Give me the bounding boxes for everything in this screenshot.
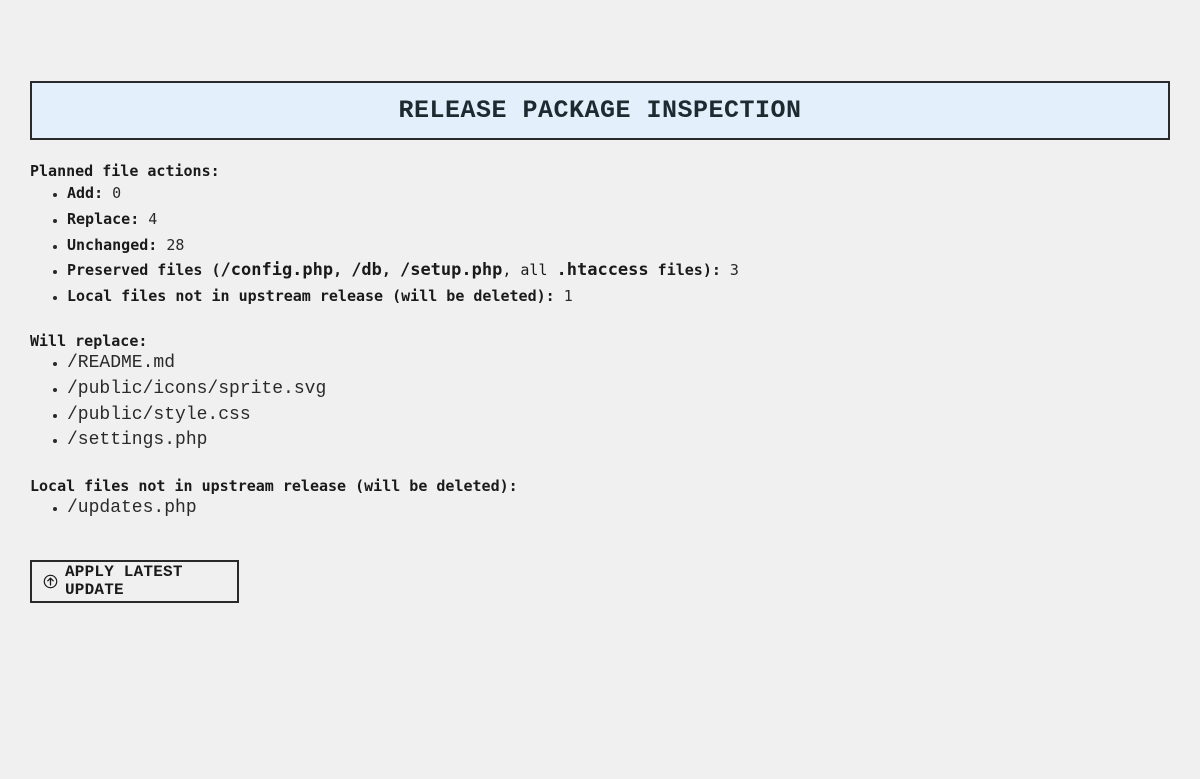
preserved-count: 3 bbox=[729, 261, 739, 280]
list-item: /README.md bbox=[67, 351, 1170, 377]
preserved-path-config: /config.php bbox=[220, 260, 334, 281]
will-replace-heading: Will replace: bbox=[30, 331, 148, 350]
replace-count: 4 bbox=[148, 209, 158, 228]
deleted-file-list: /updates.php bbox=[30, 496, 1170, 522]
preserved-suffix: files): bbox=[648, 261, 721, 280]
release-inspection-page: RELEASE PACKAGE INSPECTION Planned file … bbox=[30, 81, 1170, 603]
apply-button-label: APPLY LATEST UPDATE bbox=[65, 563, 183, 600]
planned-actions-heading: Planned file actions: bbox=[30, 162, 220, 180]
unchanged-count: 28 bbox=[166, 235, 185, 254]
list-item-preserved: Preserved files (/config.php, /db, /setu… bbox=[67, 258, 1170, 284]
list-item-add: Add: 0 bbox=[67, 181, 1170, 207]
upload-circle-icon bbox=[43, 574, 58, 589]
list-item-replace: Replace: 4 bbox=[67, 207, 1170, 233]
list-item-unchanged: Unchanged: 28 bbox=[67, 233, 1170, 259]
preserved-path-htaccess: .htaccess bbox=[556, 260, 649, 281]
title-bar: RELEASE PACKAGE INSPECTION bbox=[30, 81, 1170, 140]
apply-latest-update-button[interactable]: APPLY LATEST UPDATE bbox=[30, 559, 239, 603]
list-item: /public/icons/sprite.svg bbox=[67, 377, 1170, 403]
preserved-separator: , bbox=[381, 261, 400, 280]
list-item: /public/style.css bbox=[67, 403, 1170, 429]
preserved-separator: , all bbox=[502, 261, 557, 280]
local-deleted-count: 1 bbox=[563, 287, 573, 306]
preserved-prefix: Preserved files ( bbox=[67, 261, 221, 280]
list-item-local-deleted: Local files not in upstream release (wil… bbox=[67, 284, 1170, 310]
replace-file-list: /README.md /public/icons/sprite.svg /pub… bbox=[30, 351, 1170, 454]
preserved-separator: , bbox=[333, 261, 352, 280]
planned-actions-list: Add: 0 Replace: 4 Unchanged: 28 Preserve… bbox=[30, 181, 1170, 310]
preserved-path-setup: /setup.php bbox=[399, 260, 503, 281]
local-deleted-heading: Local files not in upstream release (wil… bbox=[30, 477, 518, 496]
add-count: 0 bbox=[112, 184, 122, 202]
replace-label: Replace: bbox=[67, 209, 140, 228]
unchanged-label: Unchanged: bbox=[67, 235, 158, 254]
add-label: Add: bbox=[67, 184, 104, 202]
local-deleted-label: Local files not in upstream release (wil… bbox=[67, 287, 555, 306]
preserved-path-db: /db bbox=[351, 260, 382, 281]
list-item: /settings.php bbox=[67, 428, 1170, 454]
page-title: RELEASE PACKAGE INSPECTION bbox=[398, 96, 802, 125]
list-item: /updates.php bbox=[67, 496, 1170, 522]
